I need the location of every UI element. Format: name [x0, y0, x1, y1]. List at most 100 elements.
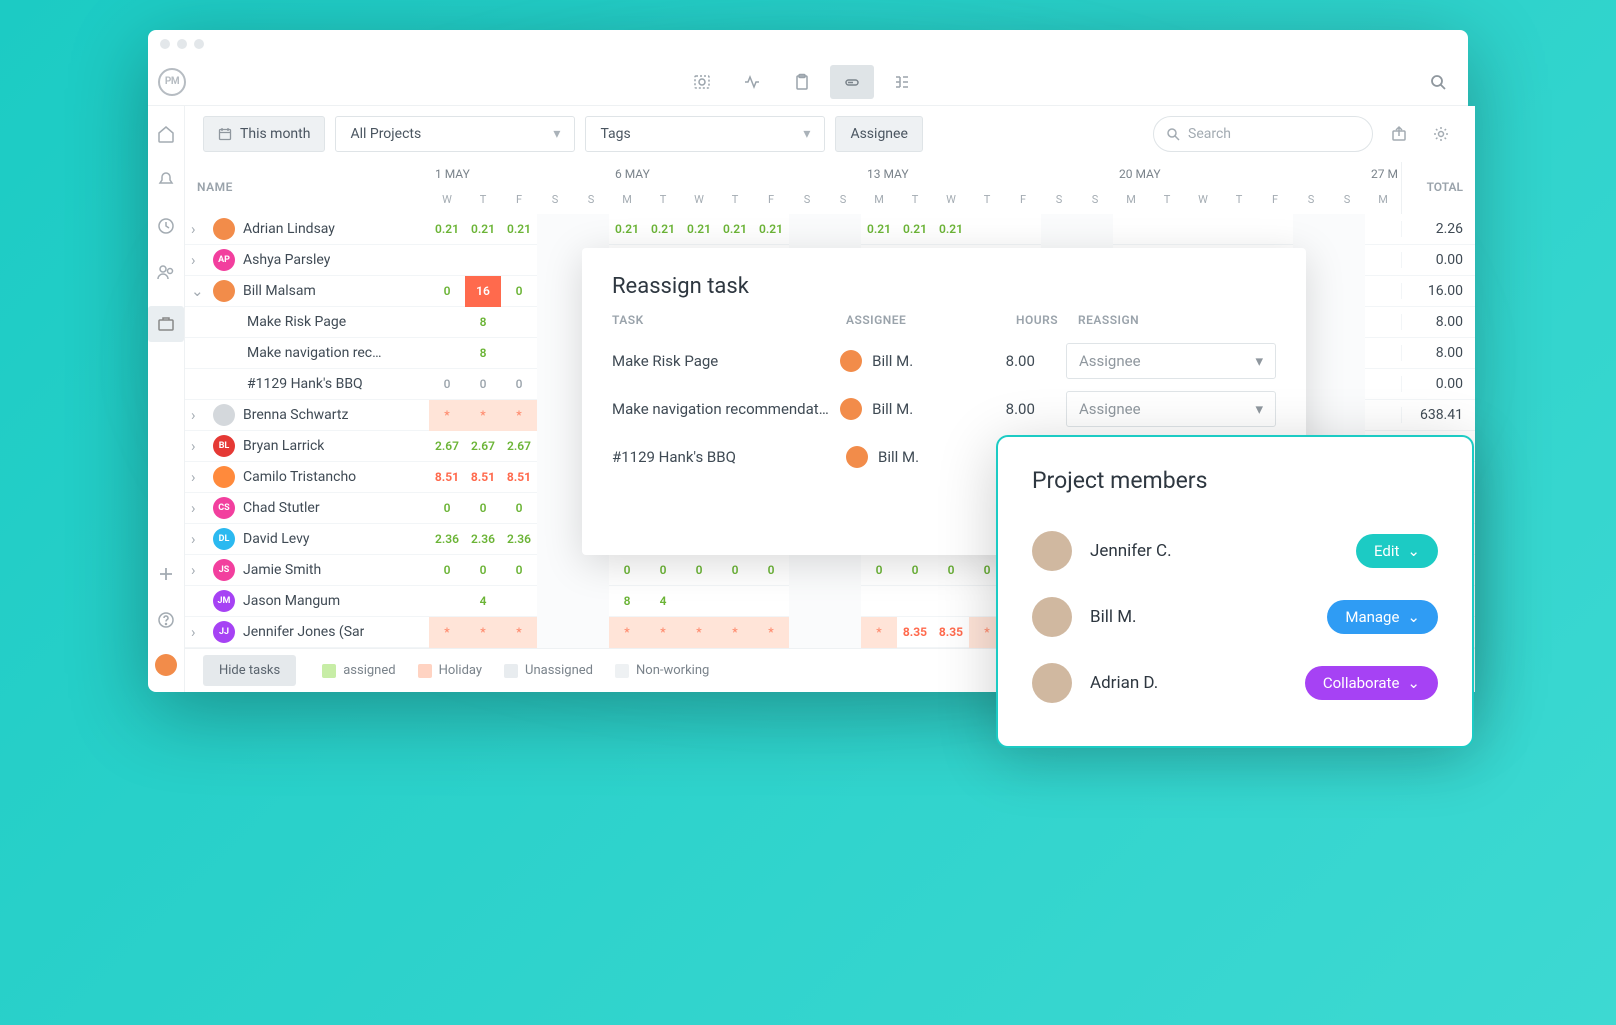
view-icon-workload[interactable]: [830, 65, 874, 99]
date-range-picker[interactable]: This month: [203, 116, 325, 152]
workload-cell[interactable]: 0: [861, 555, 897, 586]
workload-cell[interactable]: 0.21: [501, 214, 537, 245]
expand-arrow-icon[interactable]: ›: [191, 468, 205, 486]
workload-cell[interactable]: [537, 524, 573, 555]
workload-cell[interactable]: [861, 586, 897, 617]
workload-cell[interactable]: [1293, 214, 1329, 245]
workload-cell[interactable]: 0: [465, 555, 501, 586]
row-name-cell[interactable]: ›DLDavid Levy: [185, 528, 429, 550]
workload-cell[interactable]: 0: [501, 369, 537, 400]
nav-home-icon[interactable]: [154, 122, 178, 146]
workload-cell[interactable]: *: [681, 617, 717, 648]
workload-cell[interactable]: [573, 214, 609, 245]
row-name-cell[interactable]: ›JJJennifer Jones (Sar: [185, 621, 429, 643]
workload-cell[interactable]: *: [429, 617, 465, 648]
workload-cell[interactable]: 0: [645, 555, 681, 586]
workload-cell[interactable]: 0: [465, 493, 501, 524]
workload-cell[interactable]: [789, 586, 825, 617]
workload-cell[interactable]: 0.21: [681, 214, 717, 245]
workload-cell[interactable]: [429, 245, 465, 276]
workload-cell[interactable]: [429, 338, 465, 369]
expand-arrow-icon[interactable]: ›: [191, 530, 205, 548]
workload-cell[interactable]: 8.51: [501, 462, 537, 493]
workload-cell[interactable]: [1329, 307, 1365, 338]
expand-arrow-icon[interactable]: ›: [191, 437, 205, 455]
workload-cell[interactable]: 8: [465, 338, 501, 369]
workload-cell[interactable]: 0: [717, 555, 753, 586]
workload-cell[interactable]: [1365, 338, 1401, 369]
workload-cell[interactable]: [1041, 214, 1077, 245]
row-name-cell[interactable]: ›CSChad Stutler: [185, 497, 429, 519]
search-input[interactable]: Search: [1153, 116, 1373, 152]
workload-cell[interactable]: 0: [501, 493, 537, 524]
workload-cell[interactable]: [537, 617, 573, 648]
expand-arrow-icon[interactable]: ⌄: [191, 282, 205, 300]
workload-cell[interactable]: [573, 555, 609, 586]
workload-cell[interactable]: 0: [609, 555, 645, 586]
workload-cell[interactable]: 0.21: [933, 214, 969, 245]
workload-cell[interactable]: [1329, 369, 1365, 400]
workload-cell[interactable]: *: [753, 617, 789, 648]
workload-cell[interactable]: 8.35: [897, 617, 933, 648]
workload-cell[interactable]: 8: [609, 586, 645, 617]
row-name-cell[interactable]: JMJason Mangum: [185, 590, 429, 612]
workload-cell[interactable]: [501, 245, 537, 276]
projects-dropdown[interactable]: All Projects ▾: [335, 116, 575, 152]
workload-cell[interactable]: 0: [429, 493, 465, 524]
workload-cell[interactable]: [825, 555, 861, 586]
workload-cell[interactable]: 4: [645, 586, 681, 617]
workload-cell[interactable]: [1365, 214, 1401, 245]
workload-cell[interactable]: 0.21: [465, 214, 501, 245]
expand-arrow-icon[interactable]: ›: [191, 499, 205, 517]
workload-cell[interactable]: [573, 617, 609, 648]
nav-team-icon[interactable]: [154, 260, 178, 284]
workload-cell[interactable]: [1077, 214, 1113, 245]
expand-arrow-icon[interactable]: ›: [191, 220, 205, 238]
nav-time-icon[interactable]: [154, 214, 178, 238]
row-name-cell[interactable]: ›APAshya Parsley: [185, 249, 429, 271]
workload-cell[interactable]: [1329, 245, 1365, 276]
workload-cell[interactable]: [825, 214, 861, 245]
row-name-cell[interactable]: ›Adrian Lindsay: [185, 218, 429, 240]
workload-cell[interactable]: 2.36: [501, 524, 537, 555]
workload-cell[interactable]: 4: [465, 586, 501, 617]
workload-cell[interactable]: [537, 369, 573, 400]
expand-arrow-icon[interactable]: ›: [191, 623, 205, 641]
workload-cell[interactable]: 8.35: [933, 617, 969, 648]
view-icon-activity[interactable]: [730, 65, 774, 99]
workload-cell[interactable]: 0.21: [753, 214, 789, 245]
nav-add-icon[interactable]: [154, 562, 178, 586]
workload-cell[interactable]: *: [501, 617, 537, 648]
workload-cell[interactable]: [1365, 400, 1401, 431]
workload-cell[interactable]: [429, 586, 465, 617]
view-icon-zoom[interactable]: [680, 65, 724, 99]
workload-cell[interactable]: 16: [465, 276, 501, 307]
workload-cell[interactable]: [1329, 214, 1365, 245]
expand-arrow-icon[interactable]: ›: [191, 406, 205, 424]
workload-cell[interactable]: *: [609, 617, 645, 648]
workload-cell[interactable]: [537, 493, 573, 524]
row-name-cell[interactable]: ⌄Bill Malsam: [185, 280, 429, 302]
settings-icon[interactable]: [1425, 118, 1457, 150]
workload-cell[interactable]: [897, 586, 933, 617]
workload-cell[interactable]: *: [465, 617, 501, 648]
workload-cell[interactable]: [1365, 369, 1401, 400]
workload-cell[interactable]: 2.36: [429, 524, 465, 555]
workload-cell[interactable]: [429, 307, 465, 338]
workload-cell[interactable]: 0: [681, 555, 717, 586]
workload-cell[interactable]: *: [465, 400, 501, 431]
workload-cell[interactable]: [537, 276, 573, 307]
tags-dropdown[interactable]: Tags ▾: [585, 116, 825, 152]
workload-cell[interactable]: 0: [465, 369, 501, 400]
workload-cell[interactable]: [537, 586, 573, 617]
nav-help-icon[interactable]: [154, 608, 178, 632]
workload-cell[interactable]: [789, 617, 825, 648]
traffic-light-min[interactable]: [177, 39, 187, 49]
workload-cell[interactable]: [537, 555, 573, 586]
nav-portfolio-icon[interactable]: [148, 306, 184, 342]
workload-cell[interactable]: 2.67: [429, 431, 465, 462]
workload-cell[interactable]: 0: [501, 276, 537, 307]
workload-cell[interactable]: 0: [933, 555, 969, 586]
role-dropdown[interactable]: Collaborate⌄: [1305, 666, 1438, 700]
reassign-dropdown[interactable]: Assignee▾: [1066, 391, 1276, 427]
